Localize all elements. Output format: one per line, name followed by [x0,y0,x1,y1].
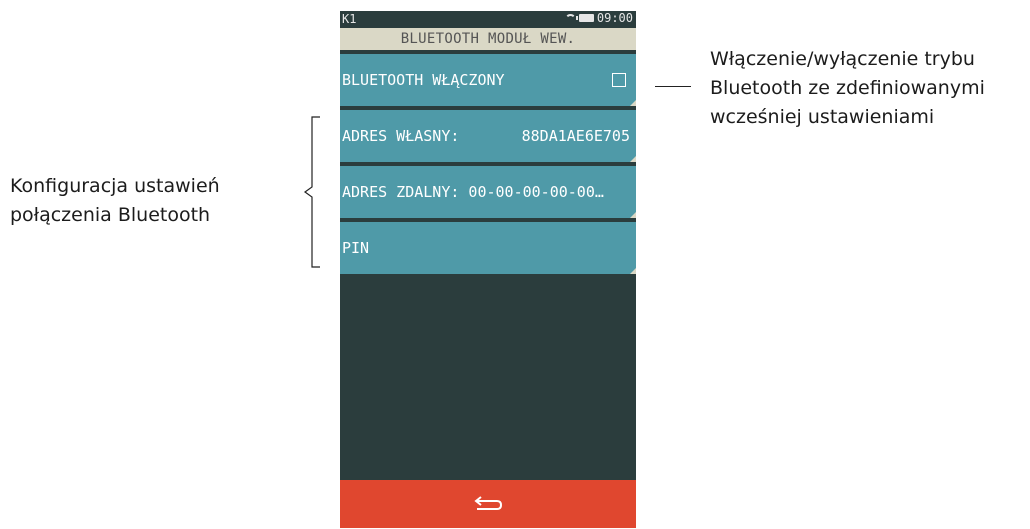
menu-item-remote-address[interactable]: ADRES ZDALNY: 00-00-00-00-00… [340,166,636,218]
menu-item-label: BLUETOOTH WŁĄCZONY [342,71,505,89]
menu-item-label: PIN [342,239,370,257]
menu-item-value: 88DA1AE6E705 [521,127,630,145]
device-screen: K1 09:00 BLUETOOTH MODUŁ WEW. BLUETOOTH … [340,11,636,528]
battery-icon [575,14,594,22]
menu-item-label: ADRES WŁASNY: [342,127,460,145]
left-annotation: Konfiguracja ustawień połączenia Bluetoo… [10,172,300,230]
left-annotation-line-1: Konfiguracja ustawień [10,175,220,197]
menu-item-label: ADRES ZDALNY: 00-00-00-00-00… [342,183,604,201]
status-bar: K1 09:00 [340,11,636,28]
status-right: 09:00 [564,11,633,25]
bluetooth-enabled-checkbox[interactable] [612,73,626,87]
menu-item-bluetooth-enabled[interactable]: BLUETOOTH WŁĄCZONY [340,54,636,106]
back-arrow-icon[interactable] [473,494,503,514]
left-annotation-line-2: połączenia Bluetooth [10,204,211,226]
footer-bar [340,480,636,528]
left-bracket [303,116,320,268]
page-title: BLUETOOTH MODUŁ WEW. [340,28,636,50]
menu-item-pin[interactable]: PIN [340,222,636,274]
status-time: 09:00 [596,11,633,25]
right-annotation: Włączenie/wyłączenie trybu Bluetooth ze … [710,45,1030,132]
wifi-icon [564,13,576,23]
right-annotation-connector [655,86,691,87]
right-annotation-line-2: Bluetooth ze zdefiniowanymi [710,77,985,99]
right-annotation-line-1: Włączenie/wyłączenie trybu [710,48,975,70]
status-left-text: K1 [342,12,357,26]
menu-item-own-address[interactable]: ADRES WŁASNY: 88DA1AE6E705 [340,110,636,162]
right-annotation-line-3: wcześniej ustawieniami [710,106,935,128]
